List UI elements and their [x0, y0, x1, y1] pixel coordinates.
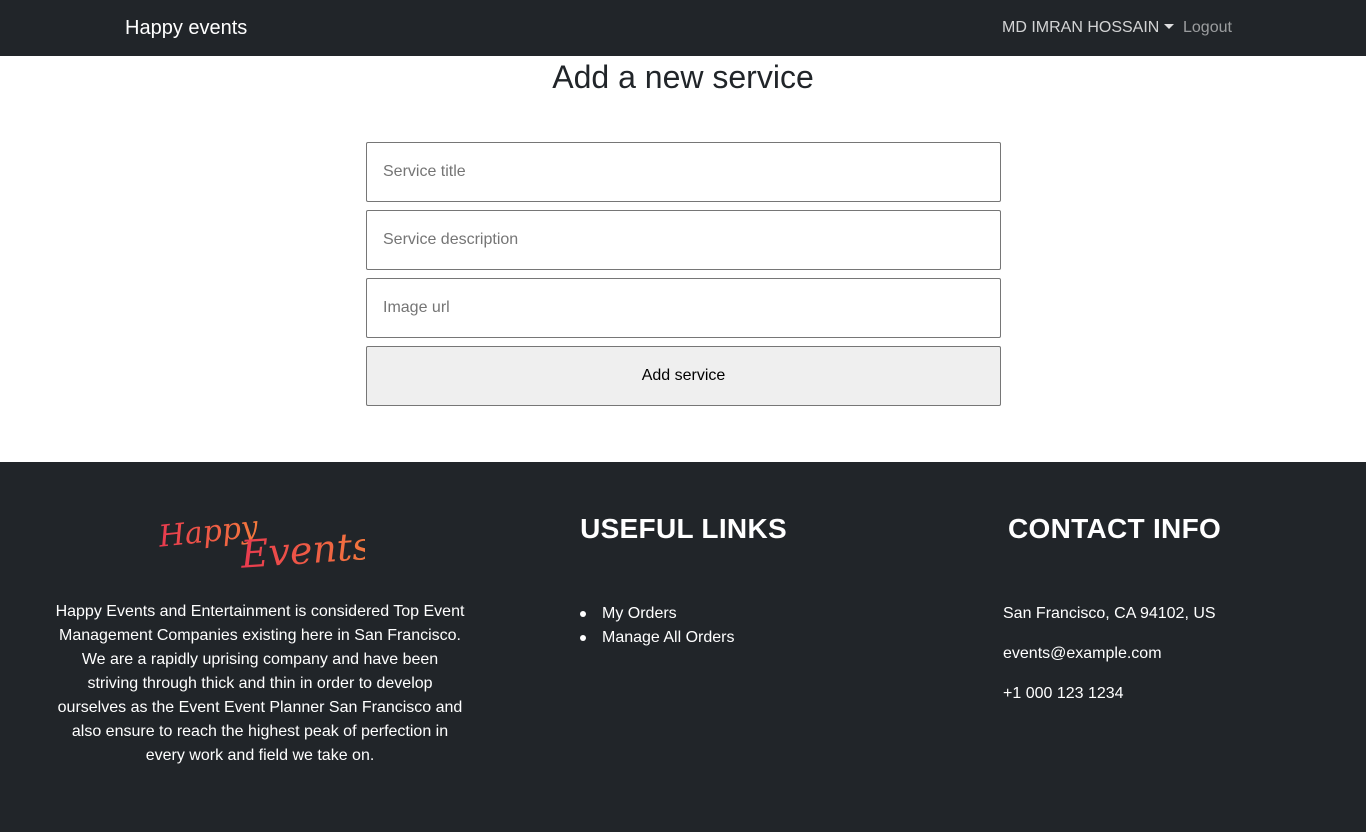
happy-events-logo: Happy Events [156, 509, 365, 577]
service-description-input[interactable] [366, 210, 1001, 270]
my-orders-link[interactable]: My Orders [602, 605, 677, 622]
logout-link[interactable]: Logout [1183, 18, 1232, 38]
contact-info-heading: CONTACT INFO [1008, 513, 1222, 544]
link-item-manage-all-orders: Manage All Orders [580, 626, 791, 650]
useful-links-heading: USEFUL LINKS [580, 513, 787, 544]
image-url-input[interactable] [366, 278, 1001, 338]
contact-address: San Francisco, CA 94102, US [1003, 605, 1216, 622]
link-item-my-orders: My Orders [580, 602, 791, 626]
footer: Happy Events Happy Events and Entertainm… [0, 462, 1366, 832]
user-name: MD IMRAN HOSSAIN [1002, 19, 1160, 36]
footer-about-column: Happy Events Happy Events and Entertainm… [55, 462, 465, 768]
logo-word-events: Events [238, 524, 365, 577]
contact-phone: +1 000 123 1234 [1003, 685, 1124, 702]
about-text: Happy Events and Entertainment is consid… [55, 603, 465, 764]
contact-list: San Francisco, CA 94102, US events@examp… [1003, 602, 1263, 706]
contact-email: events@example.com [1003, 645, 1162, 662]
service-title-input[interactable] [366, 142, 1001, 202]
caret-down-icon [1164, 24, 1175, 29]
footer-links-column: USEFUL LINKS My Orders Manage All Orders [576, 462, 791, 650]
top-navbar: Happy events MD IMRAN HOSSAIN Logout [0, 0, 1366, 56]
page-title: Add a new service [552, 59, 814, 95]
footer-contact-column: CONTACT INFO San Francisco, CA 94102, US… [1003, 462, 1263, 722]
add-service-form: Add service [366, 142, 1001, 406]
brand-link[interactable]: Happy events [125, 16, 247, 40]
useful-links-list: My Orders Manage All Orders [580, 602, 791, 650]
add-service-button[interactable]: Add service [366, 346, 1001, 406]
user-dropdown-toggle[interactable]: MD IMRAN HOSSAIN [1002, 18, 1175, 38]
manage-all-orders-link[interactable]: Manage All Orders [602, 629, 735, 646]
